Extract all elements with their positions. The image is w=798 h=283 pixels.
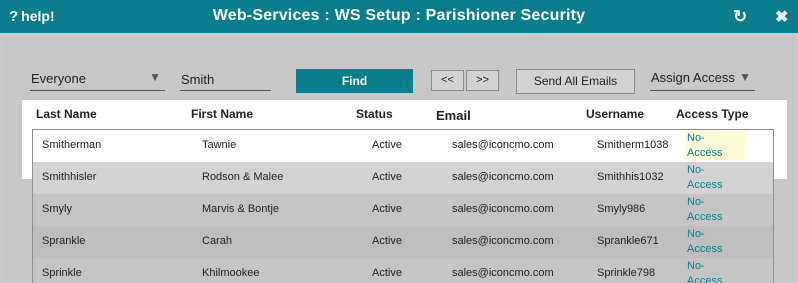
cell-last-name: Sprankle xyxy=(42,235,86,247)
access-type-select[interactable]: No- Access xyxy=(685,259,745,283)
send-all-emails-button[interactable]: Send All Emails xyxy=(516,69,635,94)
assign-access-select[interactable]: Assign Access ▼ xyxy=(650,68,755,91)
cell-username: Sprinkle798 xyxy=(597,267,656,279)
access-type-line2: Access xyxy=(687,179,723,191)
column-header-email[interactable]: Email xyxy=(436,108,471,123)
cell-last-name: Smithhisler xyxy=(42,171,97,183)
title-bar: ? help! Web-Services : WS Setup : Parishi… xyxy=(0,0,798,33)
access-type-line1: No- xyxy=(687,196,705,208)
refresh-icon[interactable]: ↻ xyxy=(733,7,747,27)
access-type-select[interactable]: No- Access xyxy=(685,227,745,256)
cell-last-name: Smitherman xyxy=(42,139,102,151)
assign-access-label: Assign Access xyxy=(651,70,735,85)
access-type-select[interactable]: No- Access xyxy=(685,131,745,160)
cell-status: Active xyxy=(372,203,402,215)
cell-email: sales@iconcmo.com xyxy=(452,171,554,183)
column-header-first-name[interactable]: First Name xyxy=(191,107,253,121)
dropdown-caret-icon: ▼ xyxy=(739,70,751,84)
column-header-username[interactable]: Username xyxy=(586,107,644,121)
name-search-input[interactable] xyxy=(180,68,271,91)
column-header-access-type[interactable]: Access Type xyxy=(676,107,749,121)
cell-email: sales@iconcmo.com xyxy=(452,139,554,151)
cell-status: Active xyxy=(372,171,402,183)
prev-page-button[interactable]: << xyxy=(431,70,464,91)
group-select-value: Everyone xyxy=(31,71,86,86)
access-type-line2: Access xyxy=(687,243,723,255)
access-type-line1: No- xyxy=(687,132,705,144)
table-row[interactable]: Sprinkle Khilmookee Active sales@iconcmo… xyxy=(33,258,773,283)
find-button[interactable]: Find xyxy=(296,69,413,93)
next-page-button[interactable]: >> xyxy=(466,70,499,91)
access-type-select[interactable]: No- Access xyxy=(685,163,745,192)
access-type-line1: No- xyxy=(687,228,705,240)
access-type-select[interactable]: No- Access xyxy=(685,195,745,224)
window-title: Web-Services : WS Setup : Parishioner Se… xyxy=(212,7,586,24)
cell-first-name: Carah xyxy=(202,235,232,247)
table-row[interactable]: Smitherman Tawnie Active sales@iconcmo.c… xyxy=(33,130,773,162)
access-type-line2: Access xyxy=(687,147,723,159)
cell-email: sales@iconcmo.com xyxy=(452,235,554,247)
cell-username: Smitherm1038 xyxy=(597,139,669,151)
parishioner-table: Smitherman Tawnie Active sales@iconcmo.c… xyxy=(32,129,774,283)
close-icon[interactable]: ✖ xyxy=(775,7,788,27)
cell-status: Active xyxy=(372,267,402,279)
column-header-last-name[interactable]: Last Name xyxy=(36,107,97,121)
cell-first-name: Tawnie xyxy=(202,139,237,151)
cell-username: Smithhis1032 xyxy=(597,171,664,183)
table-row[interactable]: Smithhisler Rodson & Malee Active sales@… xyxy=(33,162,773,194)
cell-username: Sprankle671 xyxy=(597,235,659,247)
cell-last-name: Smyly xyxy=(42,203,72,215)
cell-last-name: Sprinkle xyxy=(42,267,82,279)
table-row[interactable]: Sprankle Carah Active sales@iconcmo.com … xyxy=(33,226,773,258)
access-type-line1: No- xyxy=(687,260,705,272)
cell-email: sales@iconcmo.com xyxy=(452,267,554,279)
access-type-line2: Access xyxy=(687,211,723,223)
cell-first-name: Khilmookee xyxy=(202,267,260,279)
cell-first-name: Marvis & Bontje xyxy=(202,203,280,215)
cell-first-name: Rodson & Malee xyxy=(202,171,284,183)
table-row[interactable]: Smyly Marvis & Bontje Active sales@iconc… xyxy=(33,194,773,226)
dropdown-caret-icon: ▼ xyxy=(149,70,161,84)
cell-email: sales@iconcmo.com xyxy=(452,203,554,215)
group-select[interactable]: Everyone ▼ xyxy=(30,68,165,91)
access-type-line1: No- xyxy=(687,164,705,176)
column-header-status[interactable]: Status xyxy=(356,107,393,121)
cell-username: Smyly986 xyxy=(597,203,646,215)
cell-status: Active xyxy=(372,139,402,151)
cell-status: Active xyxy=(372,235,402,247)
